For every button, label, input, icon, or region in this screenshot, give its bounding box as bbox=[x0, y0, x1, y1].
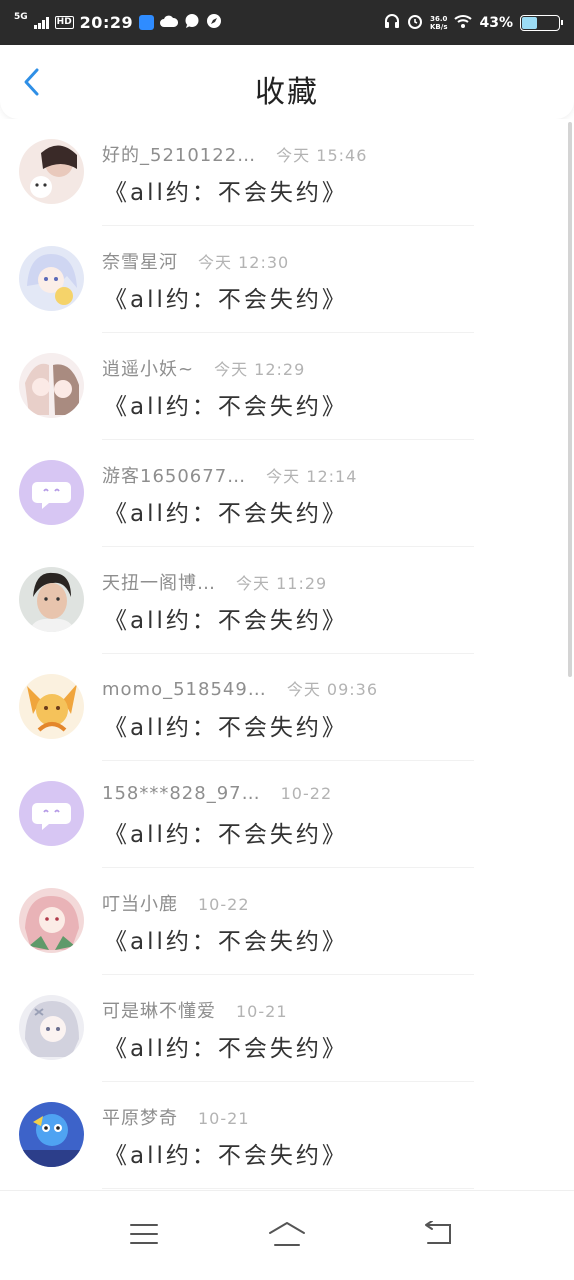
favorites-list[interactable]: 好的_5210122… 今天 15:46 《all约：不会失约》 奈雪星河 今天… bbox=[0, 119, 574, 1190]
signal-icon bbox=[33, 16, 49, 29]
item-meta: momo_518549… 今天 09:36 bbox=[102, 676, 378, 700]
item-meta: 逍遥小妖~ 今天 12:29 bbox=[102, 355, 305, 381]
item-meta: 天扭一阁博… 今天 11:29 bbox=[102, 569, 327, 595]
cloud-icon bbox=[160, 14, 179, 32]
list-item[interactable]: 游客1650677… 今天 12:14 《all约：不会失约》 bbox=[0, 440, 574, 547]
item-meta: 好的_5210122… 今天 15:46 bbox=[102, 141, 367, 167]
author-name[interactable]: 奈雪星河 bbox=[102, 248, 178, 274]
scrollbar[interactable] bbox=[568, 122, 572, 677]
list-item[interactable]: 天扭一阁博… 今天 11:29 《all约：不会失约》 bbox=[0, 547, 574, 654]
network-type: 5G bbox=[14, 12, 28, 22]
default-chat-avatar-icon[interactable] bbox=[19, 460, 84, 525]
list-item[interactable]: 平原梦奇 10-21 《all约：不会失约》 bbox=[0, 1082, 574, 1189]
item-time: 今天 12:29 bbox=[214, 360, 306, 379]
user-avatar[interactable] bbox=[19, 888, 84, 953]
user-avatar[interactable] bbox=[19, 246, 84, 311]
headphones-icon bbox=[384, 13, 400, 32]
item-time: 10-22 bbox=[280, 784, 333, 803]
menu-button[interactable] bbox=[119, 1213, 169, 1259]
hd-badge: HD bbox=[54, 16, 74, 29]
page-title: 收藏 bbox=[255, 75, 319, 110]
item-meta: 游客1650677… 今天 12:14 bbox=[102, 462, 357, 488]
home-button[interactable] bbox=[262, 1213, 312, 1259]
home-icon bbox=[267, 1220, 307, 1252]
message-bubble-icon bbox=[184, 13, 200, 33]
story-title[interactable]: 《all约：不会失约》 bbox=[104, 708, 348, 742]
author-name[interactable]: 平原梦奇 bbox=[102, 1104, 178, 1130]
battery-percent: 43% bbox=[479, 14, 513, 31]
list-item[interactable]: 奈雪星河 今天 12:30 《all约：不会失约》 bbox=[0, 226, 574, 333]
item-time: 10-22 bbox=[198, 895, 250, 914]
wifi-icon bbox=[454, 14, 473, 32]
user-avatar[interactable] bbox=[19, 674, 84, 739]
user-avatar[interactable] bbox=[19, 1102, 84, 1167]
list-item[interactable]: 逍遥小妖~ 今天 12:29 《all约：不会失约》 bbox=[0, 333, 574, 440]
item-time: 10-21 bbox=[198, 1109, 250, 1128]
author-name[interactable]: 158***828_97… bbox=[102, 783, 261, 804]
story-title[interactable]: 《all约：不会失约》 bbox=[104, 1136, 348, 1170]
item-meta: 叮当小鹿 10-22 bbox=[102, 890, 250, 916]
compass-icon bbox=[206, 13, 222, 33]
story-title[interactable]: 《all约：不会失约》 bbox=[104, 601, 348, 635]
back-icon bbox=[422, 1220, 454, 1251]
battery-icon bbox=[520, 14, 563, 31]
list-item[interactable]: 158***828_97… 10-22 《all约：不会失约》 bbox=[0, 761, 574, 868]
item-meta: 可是琳不懂爱 10-21 bbox=[102, 997, 288, 1023]
system-nav-bar bbox=[0, 1190, 574, 1280]
author-name[interactable]: momo_518549… bbox=[102, 679, 267, 700]
alarm-icon bbox=[407, 13, 423, 33]
user-avatar[interactable] bbox=[19, 353, 84, 418]
item-time: 10-21 bbox=[236, 1002, 288, 1021]
header-bar: 收藏 bbox=[0, 45, 574, 119]
item-meta: 奈雪星河 今天 12:30 bbox=[102, 248, 289, 274]
story-title[interactable]: 《all约：不会失约》 bbox=[104, 387, 348, 421]
item-time: 今天 12:14 bbox=[266, 467, 358, 486]
story-title[interactable]: 《all约：不会失约》 bbox=[104, 922, 348, 956]
author-name[interactable]: 逍遥小妖~ bbox=[102, 355, 194, 381]
author-name[interactable]: 游客1650677… bbox=[102, 462, 246, 488]
author-name[interactable]: 叮当小鹿 bbox=[102, 890, 178, 916]
story-title[interactable]: 《all约：不会失约》 bbox=[104, 173, 348, 207]
story-title[interactable]: 《all约：不会失约》 bbox=[104, 815, 348, 849]
app-notification-icon bbox=[139, 15, 155, 30]
item-meta: 158***828_97… 10-22 bbox=[102, 783, 332, 804]
back-nav-button[interactable] bbox=[413, 1213, 463, 1259]
default-chat-avatar-icon[interactable] bbox=[19, 781, 84, 846]
menu-icon bbox=[129, 1222, 159, 1250]
item-time: 今天 09:36 bbox=[286, 680, 379, 699]
author-name[interactable]: 好的_5210122… bbox=[102, 141, 256, 167]
list-item[interactable]: 可是琳不懂爱 10-21 《all约：不会失约》 bbox=[0, 975, 574, 1082]
story-title[interactable]: 《all约：不会失约》 bbox=[104, 280, 348, 314]
clock: 20:29 bbox=[79, 13, 134, 32]
list-item[interactable]: 好的_5210122… 今天 15:46 《all约：不会失约》 bbox=[0, 119, 574, 226]
status-bar: 5G HD 20:29 36.0 KB/s 43% bbox=[0, 0, 574, 45]
user-avatar[interactable] bbox=[19, 139, 84, 204]
network-speed: 36.0 KB/s bbox=[430, 14, 448, 31]
user-avatar[interactable] bbox=[19, 995, 84, 1060]
story-title[interactable]: 《all约：不会失约》 bbox=[104, 494, 348, 528]
story-title[interactable]: 《all约：不会失约》 bbox=[104, 1029, 348, 1063]
user-avatar[interactable] bbox=[19, 567, 84, 632]
item-time: 今天 11:29 bbox=[236, 574, 328, 593]
item-time: 今天 12:30 bbox=[198, 253, 290, 272]
author-name[interactable]: 天扭一阁博… bbox=[102, 569, 216, 595]
item-time: 今天 15:46 bbox=[276, 146, 368, 165]
item-meta: 平原梦奇 10-21 bbox=[102, 1104, 250, 1130]
list-item[interactable]: momo_518549… 今天 09:36 《all约：不会失约》 bbox=[0, 654, 574, 761]
list-item[interactable]: 叮当小鹿 10-22 《all约：不会失约》 bbox=[0, 868, 574, 975]
divider bbox=[102, 1188, 474, 1189]
author-name[interactable]: 可是琳不懂爱 bbox=[102, 997, 216, 1023]
